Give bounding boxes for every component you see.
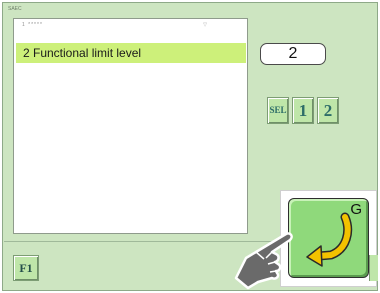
list-item-functional-limit-level[interactable]: 2 Functional limit level	[16, 43, 246, 63]
number-1-button[interactable]: 1	[292, 97, 314, 124]
list-header-mark: ▽	[203, 22, 207, 28]
menu-list-panel: 1 ***** ▽ 2 Functional limit level	[13, 18, 248, 234]
window-title: SAEC	[8, 6, 22, 12]
list-header: 1 *****	[22, 22, 43, 28]
side-tab[interactable]	[369, 255, 378, 281]
sel-button[interactable]: SEL	[267, 97, 289, 124]
f1-button[interactable]: F1	[13, 255, 39, 281]
number-2-button[interactable]: 2	[317, 97, 339, 124]
value-display: 2	[260, 43, 326, 65]
pointing-hand-icon	[234, 232, 293, 290]
